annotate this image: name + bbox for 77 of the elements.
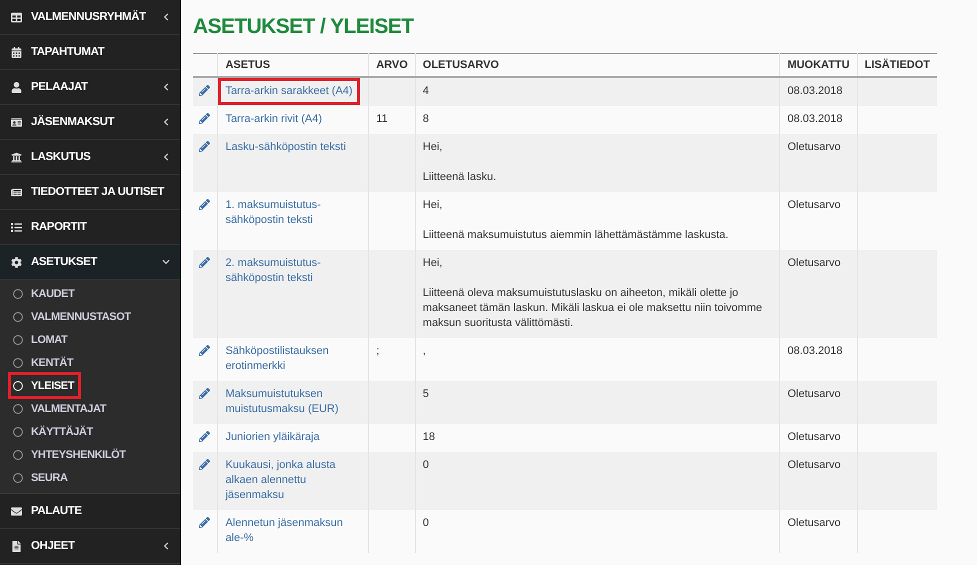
table-cell-text: , bbox=[422, 344, 427, 359]
table-cell: 08.03.2018 bbox=[787, 345, 843, 357]
envelope-icon bbox=[11, 506, 22, 516]
table-cell: Oletusarvo bbox=[787, 459, 841, 471]
page-title: ASETUKSET / YLEISET bbox=[193, 14, 415, 40]
submenu-item[interactable]: SEURA bbox=[0, 466, 180, 489]
table-icon bbox=[11, 12, 22, 22]
table-cell: Oletusarvo bbox=[787, 141, 841, 153]
id-card-icon bbox=[11, 116, 22, 128]
chevron-icon bbox=[162, 13, 170, 21]
submenu-item[interactable]: KAUDET bbox=[0, 282, 180, 305]
table-cell-text: 5 bbox=[422, 387, 430, 402]
submenu-item[interactable]: YHTEYSHENKILÖT bbox=[0, 443, 180, 466]
pencil-icon[interactable] bbox=[199, 459, 212, 470]
chevron-icon bbox=[162, 83, 170, 91]
column-header: LISÄTIEDOT bbox=[857, 54, 937, 77]
table-cell: Oletusarvo bbox=[787, 388, 841, 400]
pencil-icon[interactable] bbox=[199, 431, 212, 442]
setting-link[interactable]: 1. maksumuistutus-sähköpostin teksti bbox=[218, 192, 368, 234]
table-cell-text: 0 bbox=[422, 516, 430, 531]
column-header: MUOKATTU bbox=[780, 54, 858, 77]
pencil-icon[interactable] bbox=[199, 113, 212, 124]
user-icon bbox=[11, 82, 22, 92]
setting-link[interactable]: Tarra-arkin sarakkeet (A4) bbox=[218, 78, 360, 105]
column-header: OLETUSARVO bbox=[415, 54, 780, 77]
settings-icon bbox=[11, 256, 22, 268]
pencil-icon[interactable] bbox=[199, 85, 212, 96]
table-cell-text: Hei, bbox=[422, 198, 444, 213]
setting-link[interactable]: Alennetun jäsenmaksun ale-% bbox=[218, 510, 368, 552]
document-icon bbox=[11, 540, 22, 552]
table-cell: 11 bbox=[376, 113, 388, 125]
table-cell-text: 8 bbox=[422, 112, 430, 127]
column-header: ARVO bbox=[368, 54, 416, 77]
pencil-icon[interactable] bbox=[199, 517, 212, 528]
table-cell-text: Liitteenä oleva maksumuistutuslasku on aiheeton, mikäli olette jo maksaneet tämän laskun. Mikäli laskua ei ole maksettu niin toivomme maksun suoritusta välittömästi. bbox=[422, 286, 764, 331]
table-cell: ; bbox=[376, 345, 380, 357]
submenu-item[interactable]: YLEISET bbox=[0, 374, 180, 397]
table-cell-text: Liitteenä lasku. bbox=[422, 170, 498, 185]
newspaper-icon bbox=[11, 186, 22, 198]
setting-link[interactable]: Sähköpostilistauksen erotinmerkki bbox=[218, 338, 368, 380]
table-cell-text: 18 bbox=[422, 430, 436, 445]
chevron-icon bbox=[162, 153, 170, 161]
table-cell: Oletusarvo bbox=[787, 257, 841, 269]
list-icon bbox=[11, 222, 22, 232]
submenu-item[interactable]: VALMENNUSTASOT bbox=[0, 305, 180, 328]
pencil-icon[interactable] bbox=[199, 141, 212, 152]
chevron-icon bbox=[162, 258, 170, 266]
bank-icon bbox=[11, 152, 22, 162]
chevron-icon bbox=[162, 542, 170, 550]
submenu-item[interactable]: KÄYTTÄJÄT bbox=[0, 420, 180, 443]
table-cell: Oletusarvo bbox=[787, 431, 841, 443]
table-cell-text: Liitteenä maksumuistutus aiemmin lähettämästämme laskusta. bbox=[422, 228, 730, 243]
setting-link[interactable]: Juniorien yläikäraja bbox=[218, 424, 327, 451]
setting-link[interactable]: Maksumuistutuksen muistutusmaksu (EUR) bbox=[218, 381, 368, 423]
column-header: ASETUS bbox=[218, 54, 369, 77]
submenu-item[interactable]: LOMAT bbox=[0, 328, 180, 351]
pencil-icon[interactable] bbox=[199, 257, 212, 268]
chevron-icon bbox=[162, 118, 170, 126]
table-cell: 08.03.2018 bbox=[787, 113, 843, 125]
pencil-icon[interactable] bbox=[199, 345, 212, 356]
table-cell-text: Hei, bbox=[422, 256, 444, 271]
pencil-icon[interactable] bbox=[199, 388, 212, 399]
setting-link[interactable]: Lasku-sähköpostin teksti bbox=[218, 134, 353, 161]
submenu-item[interactable]: KENTÄT bbox=[0, 351, 180, 374]
table-cell: Oletusarvo bbox=[787, 517, 841, 529]
table-cell: Oletusarvo bbox=[787, 199, 841, 211]
pencil-icon[interactable] bbox=[199, 199, 212, 210]
sidebar-item[interactable]: ASETUKSET bbox=[0, 245, 180, 280]
calendar-icon bbox=[11, 46, 22, 58]
setting-link[interactable]: 2. maksumuistutus-sähköpostin teksti bbox=[218, 250, 368, 292]
setting-link[interactable]: Kuukausi, jonka alusta alkaen alennettu jäsenmaksu bbox=[218, 452, 368, 509]
table-cell: 08.03.2018 bbox=[787, 85, 843, 97]
table-cell-text: 4 bbox=[422, 84, 430, 99]
table-cell-text: 0 bbox=[422, 458, 430, 473]
setting-link[interactable]: Tarra-arkin rivit (A4) bbox=[218, 106, 330, 133]
table-cell-text: Hei, bbox=[422, 140, 444, 155]
submenu-item[interactable]: VALMENTAJAT bbox=[0, 397, 180, 420]
